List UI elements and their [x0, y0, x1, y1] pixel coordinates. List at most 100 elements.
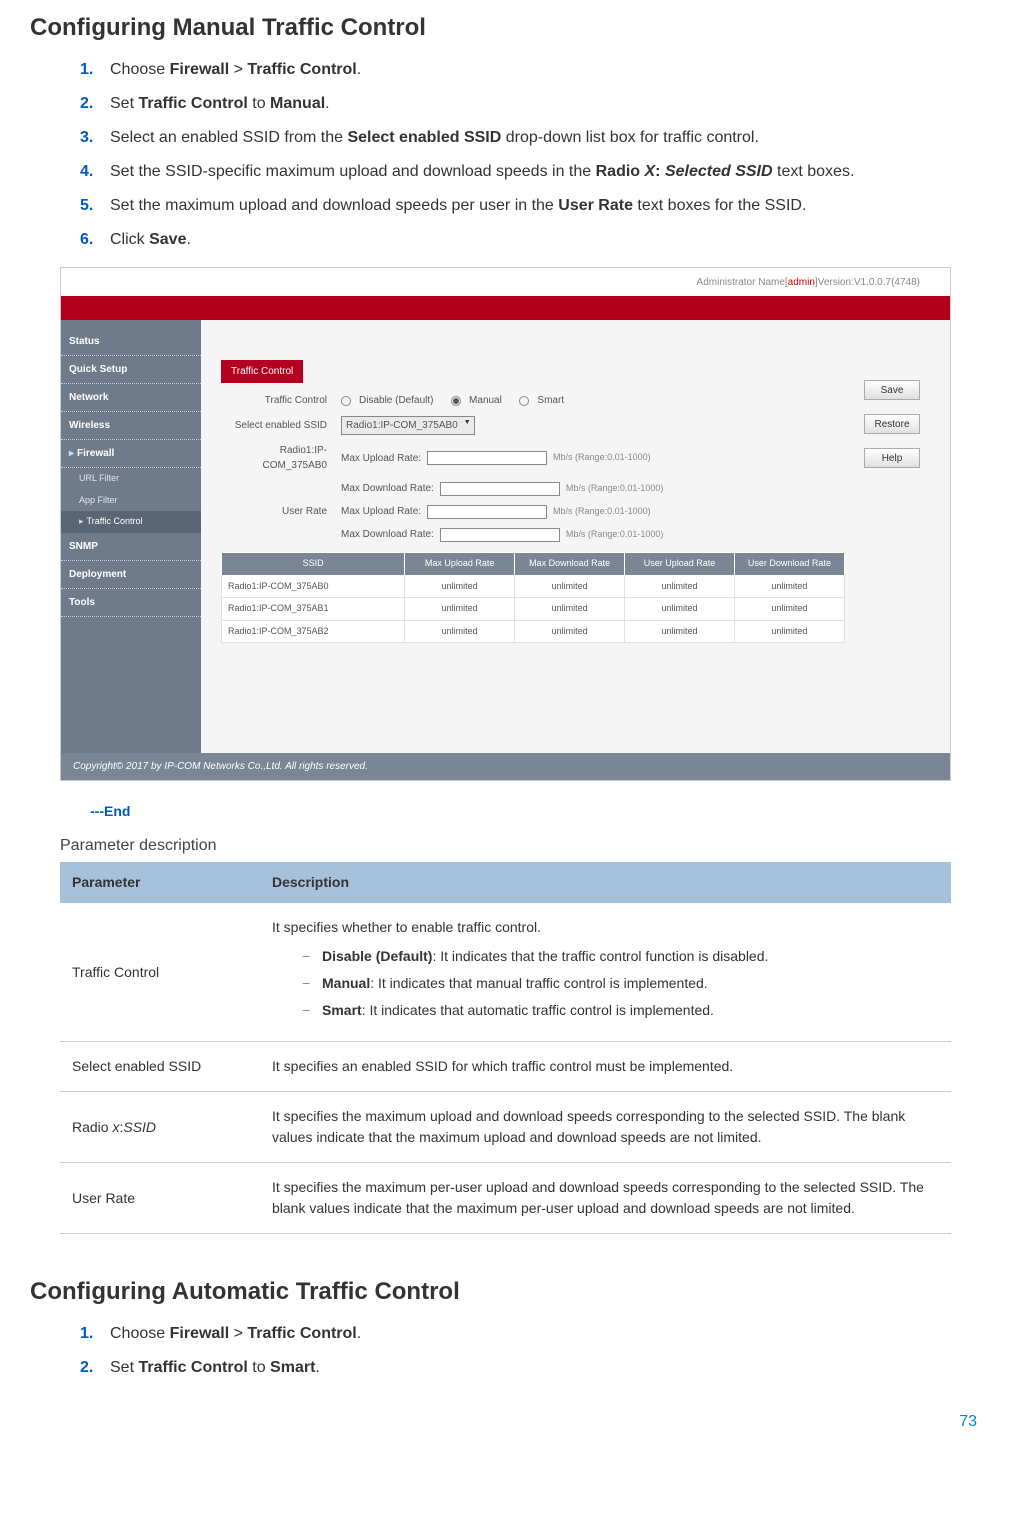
cell: unlimited	[515, 598, 625, 621]
label-user-rate: User Rate	[221, 504, 341, 519]
text: Mb/s (Range:0.01-1000)	[566, 528, 664, 542]
radio-smart[interactable]	[519, 396, 529, 406]
tab-traffic-control[interactable]: Traffic Control	[221, 360, 303, 383]
th: User Upload Rate	[625, 553, 735, 576]
red-bar	[61, 296, 950, 320]
copyright: Copyright© 2017 by IP-COM Networks Co.,L…	[61, 753, 950, 780]
radio-manual[interactable]	[451, 396, 461, 406]
auto-step-2: Set Traffic Control to Smart.	[80, 1356, 981, 1380]
th: User Download Rate	[734, 553, 844, 576]
restore-button[interactable]: Restore	[864, 414, 920, 434]
sidebar: Status Quick Setup Network Wireless ▸Fir…	[61, 320, 201, 753]
admin-name: admin	[788, 275, 815, 290]
select-ssid-dropdown[interactable]: Radio1:IP-COM_375AB0	[341, 416, 475, 435]
text: Selected SSID	[665, 163, 773, 180]
text: Traffic Control	[87, 516, 143, 526]
admin-top-bar: Administrator Name[admin]Version:V1.0.0.…	[61, 268, 950, 296]
text: Set the maximum upload and download spee…	[110, 197, 558, 214]
text: Traffic Control	[247, 1325, 356, 1342]
cell: Traffic Control	[60, 903, 260, 1042]
user-upload-input[interactable]	[427, 505, 547, 519]
text: Traffic Control	[138, 1359, 247, 1376]
table-row: User Rate It specifies the maximum per-u…	[60, 1163, 951, 1234]
max-upload-input[interactable]	[427, 451, 547, 465]
table-row: Radio1:IP-COM_375AB0unlimitedunlimitedun…	[222, 575, 845, 598]
text: Traffic Control	[247, 61, 356, 78]
sidebar-item-quick-setup[interactable]: Quick Setup	[61, 356, 201, 384]
text: ]Version:V1.0.0.7(4748)	[815, 275, 920, 290]
text: .	[186, 231, 190, 248]
table-row: Select enabled SSID It specifies an enab…	[60, 1042, 951, 1092]
text: Max Download Rate:	[341, 527, 434, 542]
expand-icon: ▸	[69, 448, 74, 459]
cell: unlimited	[405, 598, 515, 621]
text: >	[229, 61, 247, 78]
sidebar-item-tools[interactable]: Tools	[61, 589, 201, 617]
cell: Radio1:IP-COM_375AB1	[222, 598, 405, 621]
sidebar-item-network[interactable]: Network	[61, 384, 201, 412]
user-download-input[interactable]	[440, 528, 560, 542]
sidebar-item-wireless[interactable]: Wireless	[61, 412, 201, 440]
text: text boxes for the SSID.	[633, 197, 806, 214]
sidebar-item-snmp[interactable]: SNMP	[61, 533, 201, 561]
cell: unlimited	[734, 598, 844, 621]
sidebar-sub-app-filter[interactable]: App Filter	[61, 490, 201, 512]
heading-auto: Configuring Automatic Traffic Control	[30, 1274, 981, 1310]
text: Set	[110, 95, 138, 112]
text: >	[229, 1325, 247, 1342]
sidebar-item-status[interactable]: Status	[61, 328, 201, 356]
heading-manual: Configuring Manual Traffic Control	[30, 10, 981, 46]
text: to	[248, 1359, 270, 1376]
cell: Radio x:SSID	[60, 1092, 260, 1163]
rate-table: SSID Max Upload Rate Max Download Rate U…	[221, 552, 845, 643]
text: text boxes.	[773, 163, 855, 180]
cell: Select enabled SSID	[60, 1042, 260, 1092]
sidebar-item-firewall[interactable]: ▸Firewall	[61, 440, 201, 468]
text: Set the SSID-specific maximum upload and…	[110, 163, 596, 180]
text: Mb/s (Range:0.01-1000)	[553, 451, 651, 465]
cell: unlimited	[734, 575, 844, 598]
text: .	[315, 1359, 319, 1376]
sidebar-sub-url-filter[interactable]: URL Filter	[61, 468, 201, 490]
step-3: Select an enabled SSID from the Select e…	[80, 126, 981, 150]
sidebar-sub-traffic-control[interactable]: ▸Traffic Control	[61, 511, 201, 533]
sidebar-item-deployment[interactable]: Deployment	[61, 561, 201, 589]
text: Radio	[596, 163, 645, 180]
text: Save	[149, 231, 186, 248]
text: Firewall	[170, 1325, 230, 1342]
cell: unlimited	[515, 620, 625, 643]
table-row: Radio x:SSID It specifies the maximum up…	[60, 1092, 951, 1163]
th-parameter: Parameter	[60, 862, 260, 903]
cell: unlimited	[405, 575, 515, 598]
th-description: Description	[260, 862, 951, 903]
text: Firewall	[77, 448, 114, 459]
content-area: Traffic Control Save Restore Help Traffi…	[201, 320, 950, 753]
label-radio-ssid: Radio1:IP-COM_375AB0	[221, 443, 341, 473]
table-row: Traffic Control It specifies whether to …	[60, 903, 951, 1042]
step-5: Set the maximum upload and download spee…	[80, 194, 981, 218]
text: Choose	[110, 61, 170, 78]
text: to	[248, 95, 270, 112]
cell: It specifies an enabled SSID for which t…	[260, 1042, 951, 1092]
th: SSID	[222, 553, 405, 576]
radio-label: Disable (Default)	[359, 393, 433, 408]
help-button[interactable]: Help	[864, 448, 920, 468]
table-row: Radio1:IP-COM_375AB1unlimitedunlimitedun…	[222, 598, 845, 621]
text: Traffic Control	[138, 95, 247, 112]
radio-disable[interactable]	[341, 396, 351, 406]
text: .	[357, 61, 361, 78]
text: :	[655, 163, 665, 180]
th: Max Download Rate	[515, 553, 625, 576]
cell: unlimited	[625, 620, 735, 643]
page-number: 73	[30, 1410, 981, 1434]
max-download-input[interactable]	[440, 482, 560, 496]
cell: unlimited	[515, 575, 625, 598]
label-traffic-control: Traffic Control	[221, 393, 341, 408]
step-4: Set the SSID-specific maximum upload and…	[80, 160, 981, 184]
cell: Radio1:IP-COM_375AB0	[222, 575, 405, 598]
text: Manual	[270, 95, 325, 112]
radio-label: Smart	[537, 393, 564, 408]
end-marker: ---End	[90, 801, 981, 822]
save-button[interactable]: Save	[864, 380, 920, 400]
step-1: Choose Firewall > Traffic Control.	[80, 58, 981, 82]
